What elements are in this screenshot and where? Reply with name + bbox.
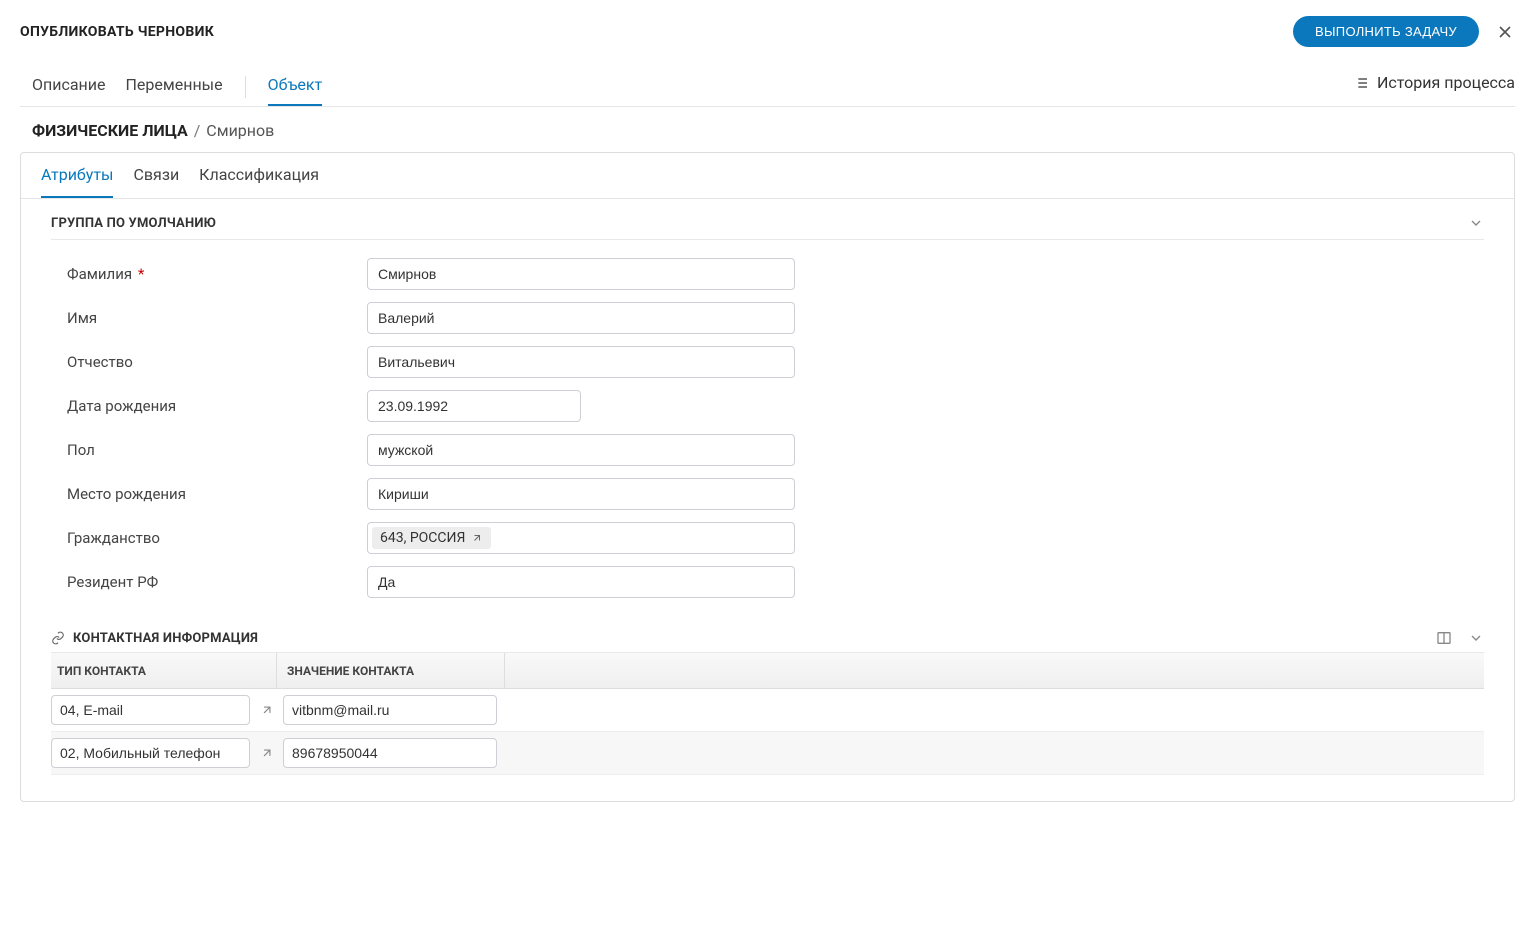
chevron-down-icon[interactable] <box>1468 215 1484 231</box>
contact-value-input[interactable] <box>283 695 497 725</box>
external-link-icon[interactable] <box>256 739 277 767</box>
object-panel: Атрибуты Связи Классификация ГРУППА ПО У… <box>20 152 1515 802</box>
contact-value-input[interactable] <box>283 738 497 768</box>
col-header-value[interactable]: ЗНАЧЕНИЕ КОНТАКТА <box>277 653 505 688</box>
cell-type <box>51 738 277 768</box>
tab-description[interactable]: Описание <box>32 67 106 106</box>
execute-task-button[interactable]: ВЫПОЛНИТЬ ЗАДАЧУ <box>1293 16 1479 47</box>
close-icon[interactable] <box>1495 22 1515 42</box>
default-group-header: ГРУППА ПО УМОЛЧАНИЮ <box>51 215 1484 240</box>
name-input[interactable] <box>367 302 795 334</box>
contact-section: КОНТАКТНАЯ ИНФОРМАЦИЯ ТИП КОНТАКТА ЗНАЧЕ… <box>21 630 1514 801</box>
citizenship-input[interactable]: 643, РОССИЯ <box>367 522 795 554</box>
subtab-classification[interactable]: Классификация <box>199 153 319 198</box>
form-rows: Фамилия * Имя Отчество Дата рождения Пол <box>51 258 1484 598</box>
row-gender: Пол <box>67 434 1484 466</box>
cell-value <box>277 738 505 768</box>
link-icon <box>51 631 65 645</box>
cell-type <box>51 695 277 725</box>
row-resident: Резидент РФ <box>67 566 1484 598</box>
contact-title: КОНТАКТНАЯ ИНФОРМАЦИЯ <box>73 631 258 646</box>
external-link-icon <box>471 532 483 544</box>
contact-table-head: ТИП КОНТАКТА ЗНАЧЕНИЕ КОНТАКТА <box>51 653 1484 689</box>
columns-icon[interactable] <box>1436 630 1452 646</box>
default-group-section: ГРУППА ПО УМОЛЧАНИЮ Фамилия * Имя Отчест… <box>21 199 1514 630</box>
contact-type-input[interactable] <box>51 738 250 768</box>
contact-table-body <box>51 689 1484 775</box>
row-name: Имя <box>67 302 1484 334</box>
citizenship-chip-label: 643, РОССИЯ <box>380 530 465 546</box>
label-gender: Пол <box>67 441 367 459</box>
row-surname: Фамилия * <box>67 258 1484 290</box>
row-patronymic: Отчество <box>67 346 1484 378</box>
header: ОПУБЛИКОВАТЬ ЧЕРНОВИК ВЫПОЛНИТЬ ЗАДАЧУ <box>20 16 1515 47</box>
gender-input[interactable] <box>367 434 795 466</box>
label-surname-text: Фамилия <box>67 265 132 283</box>
sub-tabs: Атрибуты Связи Классификация <box>21 153 1514 199</box>
list-icon <box>1353 75 1369 91</box>
label-citizenship: Гражданство <box>67 529 367 547</box>
default-group-title: ГРУППА ПО УМОЛЧАНИЮ <box>51 216 216 231</box>
breadcrumb-current: Смирнов <box>206 121 274 140</box>
subtab-attributes[interactable]: Атрибуты <box>41 153 113 198</box>
tab-object[interactable]: Объект <box>268 67 323 106</box>
row-citizenship: Гражданство 643, РОССИЯ <box>67 522 1484 554</box>
col-header-type[interactable]: ТИП КОНТАКТА <box>51 653 277 688</box>
subtab-relations[interactable]: Связи <box>133 153 179 198</box>
birthplace-input[interactable] <box>367 478 795 510</box>
citizenship-chip[interactable]: 643, РОССИЯ <box>372 527 491 549</box>
label-birthplace: Место рождения <box>67 485 367 503</box>
breadcrumb: ФИЗИЧЕСКИЕ ЛИЦА / Смирнов <box>20 121 1515 140</box>
label-resident: Резидент РФ <box>67 573 367 591</box>
header-actions: ВЫПОЛНИТЬ ЗАДАЧУ <box>1293 16 1515 47</box>
external-link-icon[interactable] <box>256 696 277 724</box>
process-history-label: История процесса <box>1377 73 1515 92</box>
required-star: * <box>138 265 144 283</box>
main-tabs: Описание Переменные Объект <box>20 67 322 106</box>
cell-value <box>277 695 505 725</box>
birthdate-input[interactable] <box>367 390 581 422</box>
surname-input[interactable] <box>367 258 795 290</box>
contact-header-left: КОНТАКТНАЯ ИНФОРМАЦИЯ <box>51 631 1436 646</box>
tab-divider <box>245 76 246 98</box>
label-surname: Фамилия * <box>67 265 367 283</box>
label-patronymic: Отчество <box>67 353 367 371</box>
patronymic-input[interactable] <box>367 346 795 378</box>
row-birthplace: Место рождения <box>67 478 1484 510</box>
contact-header-right <box>1436 630 1484 646</box>
table-row <box>51 732 1484 775</box>
tab-variables[interactable]: Переменные <box>126 67 223 106</box>
process-history-link[interactable]: История процесса <box>1353 73 1515 100</box>
table-row <box>51 689 1484 732</box>
main-tabs-row: Описание Переменные Объект История проце… <box>20 67 1515 107</box>
resident-input[interactable] <box>367 566 795 598</box>
breadcrumb-root[interactable]: ФИЗИЧЕСКИЕ ЛИЦА <box>32 121 188 140</box>
row-birthdate: Дата рождения <box>67 390 1484 422</box>
contact-type-input[interactable] <box>51 695 250 725</box>
page-title: ОПУБЛИКОВАТЬ ЧЕРНОВИК <box>20 24 214 40</box>
contact-header: КОНТАКТНАЯ ИНФОРМАЦИЯ <box>51 630 1484 653</box>
label-birthdate: Дата рождения <box>67 397 367 415</box>
breadcrumb-separator: / <box>194 121 201 140</box>
chevron-down-icon[interactable] <box>1468 630 1484 646</box>
label-name: Имя <box>67 309 367 327</box>
